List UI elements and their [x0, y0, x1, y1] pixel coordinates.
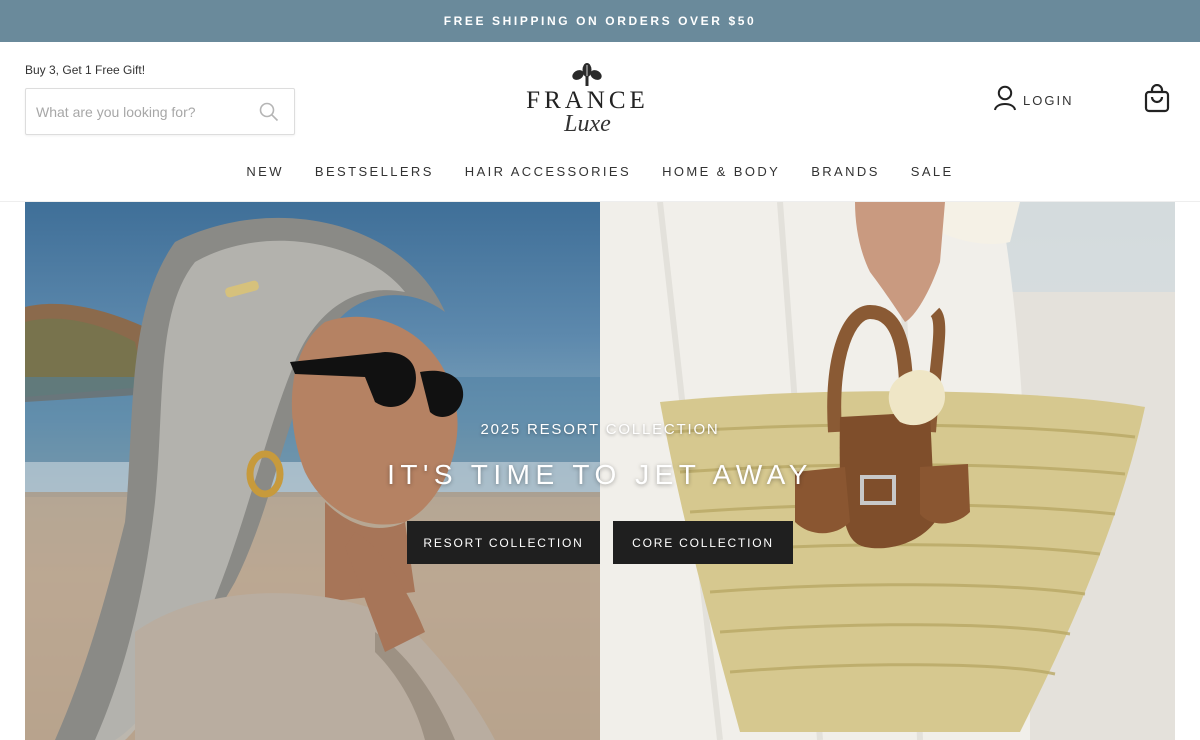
hero-headline: IT'S TIME TO JET AWAY — [387, 459, 813, 490]
search-icon[interactable] — [258, 101, 280, 123]
search-bar — [25, 88, 295, 135]
promo-text: Buy 3, Get 1 Free Gift! — [25, 63, 146, 77]
shopping-bag-icon — [1143, 83, 1171, 118]
resort-collection-button[interactable]: RESORT COLLECTION — [407, 521, 600, 564]
core-collection-button[interactable]: CORE COLLECTION — [613, 521, 793, 564]
nav-item-sale[interactable]: SALE — [911, 164, 954, 179]
cart-button[interactable] — [1143, 83, 1171, 114]
nav-item-bestsellers[interactable]: BESTSELLERS — [315, 164, 434, 179]
search-input[interactable] — [36, 103, 258, 120]
announcement-bar: FREE SHIPPING ON ORDERS OVER $50 — [0, 0, 1200, 42]
nav-item-hair-accessories[interactable]: HAIR ACCESSORIES — [465, 164, 631, 179]
fleur-logo-icon — [567, 62, 607, 88]
nav-item-home-body[interactable]: HOME & BODY — [662, 164, 780, 179]
logo-script: Luxe — [564, 111, 611, 137]
nav-item-new[interactable]: NEW — [246, 164, 284, 179]
announcement-text: FREE SHIPPING ON ORDERS OVER $50 — [443, 14, 757, 28]
hero-content: 2025 RESORT COLLECTION IT'S TIME TO JET … — [25, 202, 1175, 740]
site-logo[interactable]: FRANCE Luxe — [520, 62, 655, 137]
site-header: Buy 3, Get 1 Free Gift! FRANCE Luxe — [0, 42, 1200, 202]
login-link[interactable]: LOGIN — [993, 85, 1073, 116]
login-label: LOGIN — [1023, 93, 1074, 108]
hero-banner: 2025 RESORT COLLECTION IT'S TIME TO JET … — [25, 202, 1175, 740]
nav-item-brands[interactable]: BRANDS — [811, 164, 880, 179]
main-nav: NEW BESTSELLERS HAIR ACCESSORIES HOME & … — [0, 164, 1200, 179]
hero-eyebrow: 2025 RESORT COLLECTION — [480, 421, 720, 438]
user-icon — [993, 85, 1017, 116]
